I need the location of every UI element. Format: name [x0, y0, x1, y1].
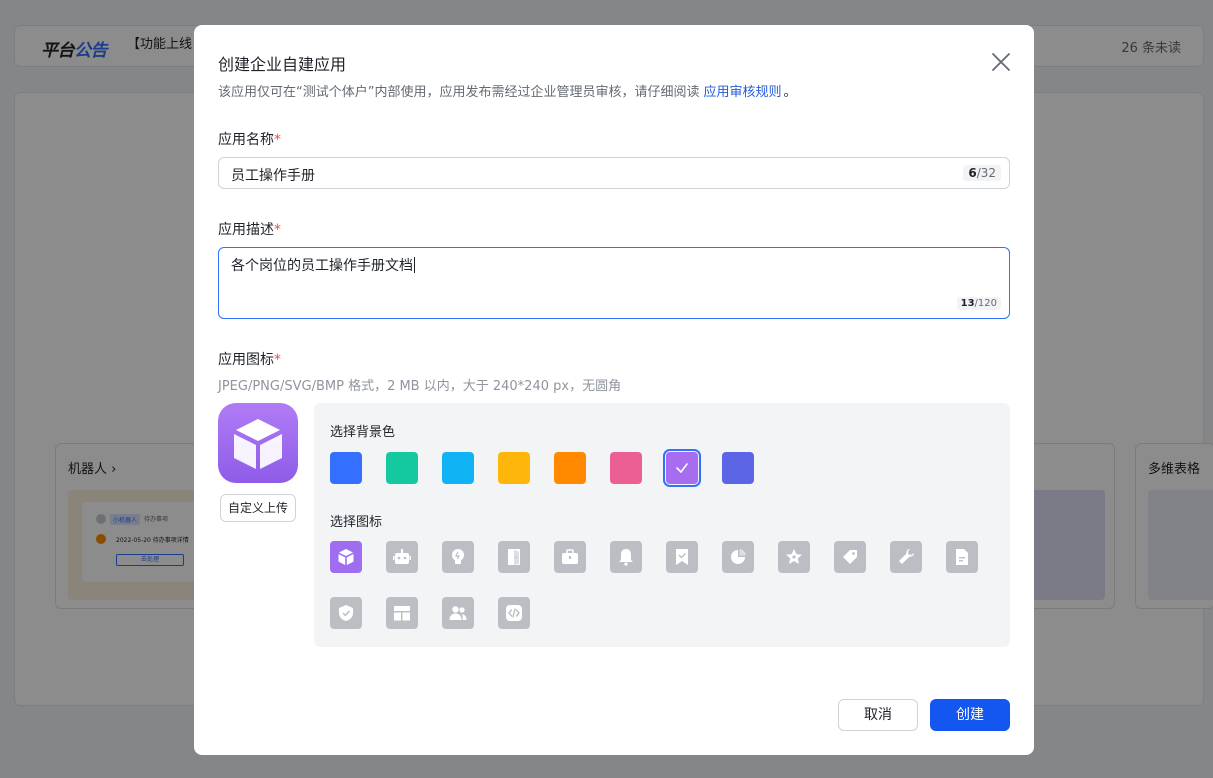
briefcase-icon-option[interactable] — [554, 541, 586, 573]
document-icon — [956, 549, 968, 565]
app-name-input[interactable]: 员工操作手册 6/32 — [218, 157, 1010, 189]
cube-icon — [234, 419, 282, 469]
bookmark-check-icon-option[interactable] — [666, 541, 698, 573]
check-icon — [676, 463, 688, 473]
color-swatch[interactable] — [498, 452, 530, 484]
app-desc-textarea[interactable]: 各个岗位的员工操作手册文档 13/120 — [218, 247, 1010, 319]
bell-icon — [619, 549, 633, 566]
layout-icon-option[interactable] — [386, 597, 418, 629]
custom-upload-button[interactable]: 自定义上传 — [220, 494, 296, 522]
door-icon — [508, 549, 520, 565]
robot-icon — [393, 549, 411, 564]
document-icon-option[interactable] — [946, 541, 978, 573]
briefcase-icon — [562, 549, 578, 564]
lightbulb-icon-option[interactable] — [442, 541, 474, 573]
color-swatch[interactable] — [330, 452, 362, 484]
wrench-icon — [899, 549, 914, 564]
lightbulb-icon — [452, 549, 464, 564]
star-icon-option[interactable] — [778, 541, 810, 573]
bell-icon-option[interactable] — [610, 541, 642, 573]
cube-icon-option[interactable] — [330, 541, 362, 573]
users-icon — [449, 606, 467, 620]
text-caret — [414, 257, 415, 273]
dialog-title: 创建企业自建应用 — [218, 55, 347, 74]
wrench-icon-option[interactable] — [890, 541, 922, 573]
review-rules-link[interactable]: 应用审核规则 — [703, 85, 781, 100]
robot-icon-option[interactable] — [386, 541, 418, 573]
app-name-counter: 6/32 — [963, 165, 1001, 181]
pie-chart-icon-option[interactable] — [722, 541, 754, 573]
color-swatch[interactable] — [610, 452, 642, 484]
subtitle-tail: 。 — [783, 85, 797, 100]
app-desc-value: 各个岗位的员工操作手册文档 — [231, 257, 415, 274]
shield-check-icon — [339, 605, 353, 621]
app-desc-counter: 13/120 — [956, 297, 1001, 310]
tag-icon-option[interactable] — [834, 541, 866, 573]
icon-select-label: 选择图标 — [330, 515, 383, 530]
bg-color-label: 选择背景色 — [330, 425, 396, 440]
cube-icon — [338, 549, 354, 565]
app-icon-hint: JPEG/PNG/SVG/BMP 格式，2 MB 以内，大于 240*240 p… — [218, 379, 622, 394]
app-name-value: 员工操作手册 — [231, 168, 315, 184]
app-name-label: 应用名称* — [218, 132, 281, 148]
tag-icon — [843, 550, 857, 564]
app-desc-label: 应用描述* — [218, 222, 281, 238]
users-icon-option[interactable] — [442, 597, 474, 629]
door-icon-option[interactable] — [498, 541, 530, 573]
color-swatch[interactable] — [442, 452, 474, 484]
subtitle-text: 该应用仅可在“测试个体户”内部使用，应用发布需经过企业管理员审核，请仔细阅读 — [218, 85, 700, 100]
icon-picker-panel: 选择背景色 选择图标 — [314, 403, 1010, 647]
create-app-dialog: 创建企业自建应用 该应用仅可在“测试个体户”内部使用，应用发布需经过企业管理员审… — [194, 25, 1034, 755]
color-swatch[interactable] — [722, 452, 754, 484]
star-icon — [786, 549, 802, 564]
create-button[interactable]: 创建 — [930, 699, 1010, 731]
close-icon[interactable] — [990, 51, 1012, 73]
app-icon-label: 应用图标* — [218, 352, 281, 368]
dialog-subtitle: 该应用仅可在“测试个体户”内部使用，应用发布需经过企业管理员审核，请仔细阅读 应用… — [218, 81, 797, 100]
layout-icon — [394, 606, 410, 621]
bookmark-check-icon — [676, 549, 688, 565]
color-swatch[interactable] — [663, 449, 701, 487]
color-swatch[interactable] — [554, 452, 586, 484]
code-icon — [506, 605, 522, 621]
code-icon-option[interactable] — [498, 597, 530, 629]
cancel-button[interactable]: 取消 — [838, 699, 918, 731]
pie-chart-icon — [731, 549, 746, 564]
color-swatch[interactable] — [386, 452, 418, 484]
shield-check-icon-option[interactable] — [330, 597, 362, 629]
app-icon-preview — [218, 403, 298, 483]
